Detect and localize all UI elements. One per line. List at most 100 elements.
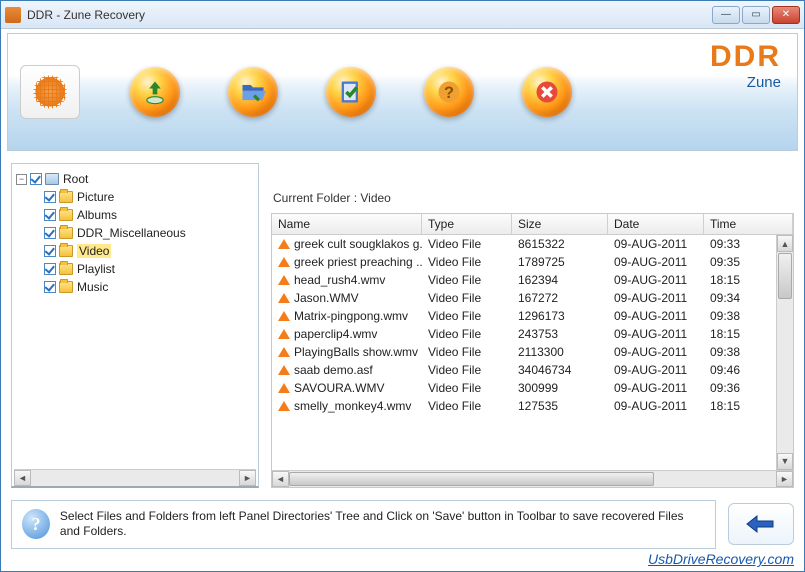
arrow-left-icon — [743, 512, 779, 536]
brand-title: DDR — [710, 42, 781, 72]
checkbox-icon[interactable] — [44, 209, 56, 221]
grid-body: greek cult sougklakos g...Video File8615… — [272, 235, 793, 470]
checkbox-icon[interactable] — [44, 263, 56, 275]
svg-text:?: ? — [444, 84, 454, 102]
tree-root[interactable]: − Root — [16, 170, 254, 188]
watermark: UsbDriveRecovery.com — [1, 551, 804, 571]
cell-name: Matrix-pingpong.wmv — [294, 309, 408, 323]
scroll-track[interactable] — [777, 300, 793, 453]
scroll-down-icon[interactable]: ▼ — [777, 453, 793, 470]
checkbox-icon[interactable] — [44, 281, 56, 293]
table-row[interactable]: saab demo.asfVideo File3404673409-AUG-20… — [272, 361, 776, 379]
checkbox-icon[interactable] — [44, 227, 56, 239]
scroll-left-icon[interactable]: ◄ — [272, 471, 289, 487]
cell-type: Video File — [422, 309, 512, 323]
col-header-date[interactable]: Date — [608, 214, 704, 234]
tree-item-label: DDR_Miscellaneous — [77, 226, 186, 240]
scroll-thumb[interactable] — [778, 253, 792, 299]
tree-item-label: Playlist — [77, 262, 115, 276]
tree-item[interactable]: Albums — [16, 206, 254, 224]
maximize-button[interactable]: ▭ — [742, 6, 770, 24]
tree-item-label: Albums — [77, 208, 117, 222]
cell-size: 127535 — [512, 399, 608, 413]
video-file-icon — [278, 383, 290, 393]
collapse-icon[interactable]: − — [16, 174, 27, 185]
close-button[interactable]: ✕ — [772, 6, 800, 24]
cell-type: Video File — [422, 237, 512, 251]
video-file-icon — [278, 293, 290, 303]
checkbox-icon[interactable] — [30, 173, 42, 185]
tree-item[interactable]: Playlist — [16, 260, 254, 278]
cell-size: 2113300 — [512, 345, 608, 359]
tree-item[interactable]: Picture — [16, 188, 254, 206]
cell-size: 243753 — [512, 327, 608, 341]
cell-type: Video File — [422, 291, 512, 305]
folder-icon — [59, 209, 73, 221]
table-row[interactable]: greek priest preaching ...Video File1789… — [272, 253, 776, 271]
tree-body[interactable]: − Root Picture Albums DDR_Miscellaneous Vid… — [14, 168, 256, 469]
table-row[interactable]: head_rush4.wmvVideo File16239409-AUG-201… — [272, 271, 776, 289]
back-button[interactable] — [728, 503, 794, 545]
minimize-button[interactable]: — — [712, 6, 740, 24]
scroll-right-icon[interactable]: ► — [239, 470, 256, 486]
tree-item[interactable]: DDR_Miscellaneous — [16, 224, 254, 242]
cell-time: 09:33 — [704, 237, 776, 251]
window-controls: — ▭ ✕ — [712, 6, 800, 24]
cell-type: Video File — [422, 363, 512, 377]
brand: DDR Zune — [710, 42, 781, 91]
table-row[interactable]: Matrix-pingpong.wmvVideo File129617309-A… — [272, 307, 776, 325]
cell-time: 09:36 — [704, 381, 776, 395]
cell-date: 09-AUG-2011 — [608, 255, 704, 269]
cell-time: 09:35 — [704, 255, 776, 269]
cell-size: 34046734 — [512, 363, 608, 377]
table-row[interactable]: smelly_monkey4.wmvVideo File12753509-AUG… — [272, 397, 776, 415]
tree-item-label: Video — [77, 244, 111, 258]
cell-size: 167272 — [512, 291, 608, 305]
scroll-thumb[interactable] — [289, 472, 654, 486]
scroll-up-icon[interactable]: ▲ — [777, 235, 793, 252]
grid-rows[interactable]: greek cult sougklakos g...Video File8615… — [272, 235, 776, 470]
save-button[interactable] — [130, 67, 180, 117]
grid-v-scrollbar[interactable]: ▲ ▼ — [776, 235, 793, 470]
col-header-size[interactable]: Size — [512, 214, 608, 234]
window-title: DDR - Zune Recovery — [27, 8, 712, 22]
video-file-icon — [278, 311, 290, 321]
tree-item-label: Music — [77, 280, 108, 294]
scroll-track[interactable] — [289, 471, 776, 487]
scroll-left-icon[interactable]: ◄ — [14, 470, 31, 486]
tree-item[interactable]: Video — [16, 242, 254, 260]
table-row[interactable]: SAVOURA.WMVVideo File30099909-AUG-201109… — [272, 379, 776, 397]
table-row[interactable]: paperclip4.wmvVideo File24375309-AUG-201… — [272, 325, 776, 343]
check-button[interactable] — [326, 67, 376, 117]
table-row[interactable]: PlayingBalls show.wmvVideo File211330009… — [272, 343, 776, 361]
checkbox-icon[interactable] — [44, 191, 56, 203]
logo-button[interactable] — [20, 65, 80, 119]
tree-item[interactable]: Music — [16, 278, 254, 296]
cell-time: 18:15 — [704, 273, 776, 287]
video-file-icon — [278, 329, 290, 339]
cell-time: 09:38 — [704, 309, 776, 323]
scroll-track[interactable] — [31, 470, 239, 486]
cell-date: 09-AUG-2011 — [608, 309, 704, 323]
checkbox-icon[interactable] — [44, 245, 56, 257]
scroll-right-icon[interactable]: ► — [776, 471, 793, 487]
brand-subtitle: Zune — [710, 74, 781, 91]
cancel-button[interactable] — [522, 67, 572, 117]
content-panel: Current Folder : Video Name Type Size Da… — [271, 163, 794, 488]
open-button[interactable] — [228, 67, 278, 117]
tree-h-scrollbar[interactable]: ◄ ► — [14, 469, 256, 486]
titlebar[interactable]: DDR - Zune Recovery — ▭ ✕ — [1, 1, 804, 29]
folder-open-icon — [239, 78, 267, 106]
table-row[interactable]: greek cult sougklakos g...Video File8615… — [272, 235, 776, 253]
col-header-name[interactable]: Name — [272, 214, 422, 234]
cell-type: Video File — [422, 273, 512, 287]
grid-h-scrollbar[interactable]: ◄ ► — [272, 470, 793, 487]
check-icon — [337, 78, 365, 106]
table-row[interactable]: Jason.WMVVideo File16727209-AUG-201109:3… — [272, 289, 776, 307]
col-header-time[interactable]: Time — [704, 214, 793, 234]
watermark-link[interactable]: UsbDriveRecovery.com — [648, 551, 794, 567]
col-header-type[interactable]: Type — [422, 214, 512, 234]
help-button[interactable]: ? — [424, 67, 474, 117]
video-file-icon — [278, 275, 290, 285]
folder-icon — [59, 263, 73, 275]
